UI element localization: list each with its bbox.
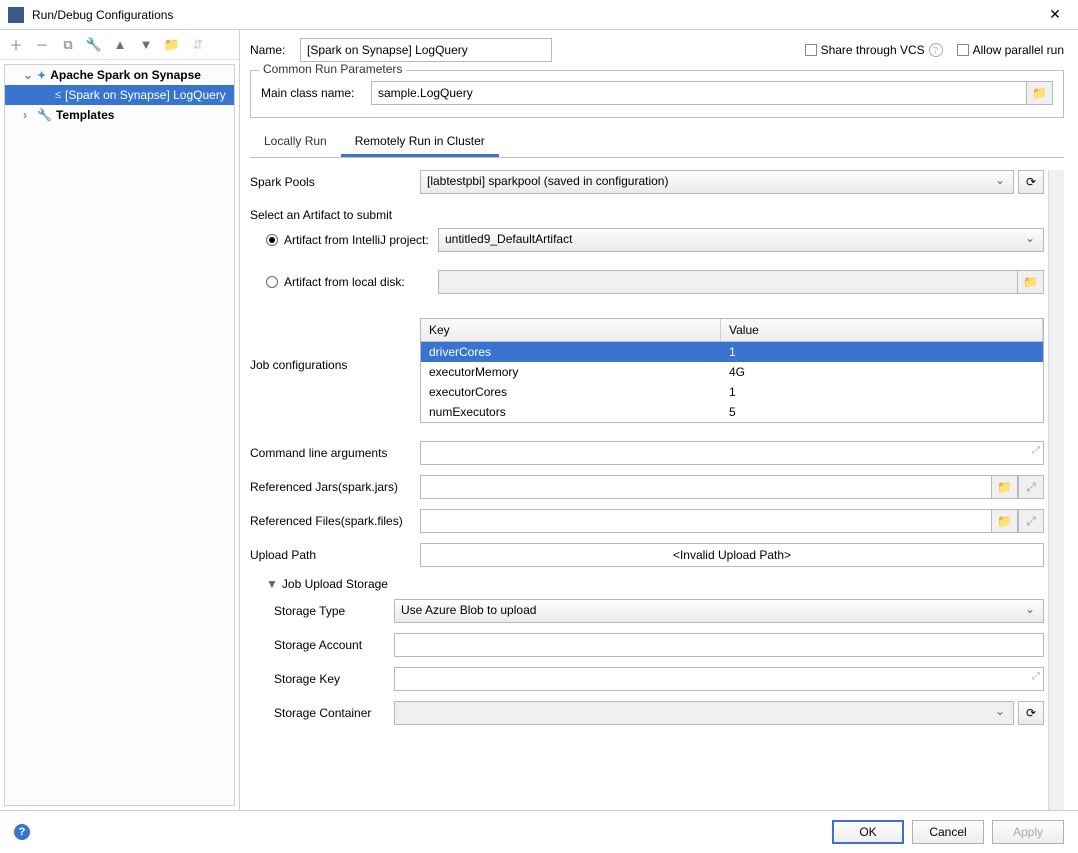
job-config-table[interactable]: Key Value driverCores1 executorMemory4G … (420, 318, 1044, 423)
down-icon[interactable]: ▼ (138, 37, 154, 53)
browse-icon[interactable]: 📁 (992, 509, 1018, 533)
ref-files-label: Referenced Files(spark.files) (250, 514, 420, 528)
spark-icon: ≤ (55, 89, 61, 101)
storage-key-label: Storage Key (274, 672, 394, 686)
storage-key-input[interactable] (394, 667, 1044, 691)
help-icon[interactable]: ? (929, 43, 943, 57)
table-header-value: Value (721, 319, 1043, 341)
content-panel: Name: Share through VCS ? Allow parallel… (240, 30, 1078, 810)
parallel-run-label: Allow parallel run (973, 43, 1064, 57)
chevron-down-icon: ⌄ (23, 68, 33, 82)
copy-icon[interactable]: ⧉ (60, 37, 76, 53)
ref-jars-label: Referenced Jars(spark.jars) (250, 480, 420, 494)
table-row[interactable]: executorMemory4G (421, 362, 1043, 382)
main-class-input[interactable] (371, 81, 1027, 105)
storage-section-toggle[interactable]: ▼ Job Upload Storage (266, 577, 1044, 591)
sidebar-toolbar: ＋ － ⧉ 🔧 ▲ ▼ 📁 ⇵ (0, 30, 239, 60)
browse-icon[interactable]: 📁 (992, 475, 1018, 499)
expand-icon[interactable]: ⤢ (1018, 475, 1044, 499)
apply-button[interactable]: Apply (992, 820, 1064, 844)
remove-icon[interactable]: － (34, 37, 50, 53)
upload-path-label: Upload Path (250, 548, 420, 562)
tree-node-templates[interactable]: › 🔧 Templates (5, 105, 234, 125)
artifact-section-label: Select an Artifact to submit (250, 208, 1044, 222)
cmd-args-label: Command line arguments (250, 446, 420, 460)
tree-label: Templates (56, 108, 114, 122)
storage-section-label: Job Upload Storage (282, 577, 388, 591)
config-tree: ⌄ ✦ Apache Spark on Synapse ≤ [Spark on … (4, 64, 235, 806)
tab-remotely-run[interactable]: Remotely Run in Cluster (341, 128, 499, 157)
checkbox-icon (957, 44, 969, 56)
browse-icon[interactable]: 📁 (1018, 270, 1044, 294)
spark-icon: ✦ (37, 69, 46, 82)
expand-icon[interactable]: ⤢ (1018, 509, 1044, 533)
spark-pools-select[interactable]: [labtestpbi] sparkpool (saved in configu… (420, 170, 1014, 194)
artifact-local-radio[interactable] (266, 276, 278, 288)
share-vcs-label: Share through VCS (821, 43, 925, 57)
upload-path-input[interactable] (420, 543, 1044, 567)
fieldset-legend: Common Run Parameters (259, 62, 406, 76)
artifact-intellij-radio[interactable] (266, 234, 278, 246)
cancel-button[interactable]: Cancel (912, 820, 984, 844)
up-icon[interactable]: ▲ (112, 37, 128, 53)
checkbox-icon (805, 44, 817, 56)
tab-locally-run[interactable]: Locally Run (250, 128, 341, 157)
remote-form: Spark Pools [labtestpbi] sparkpool (save… (250, 170, 1048, 810)
sidebar: ＋ － ⧉ 🔧 ▲ ▼ 📁 ⇵ ⌄ ✦ Apache Spark on Syna… (0, 30, 240, 810)
folder-icon[interactable]: 📁 (164, 37, 180, 53)
window-title: Run/Debug Configurations (32, 8, 1040, 22)
name-label: Name: (250, 43, 300, 57)
expand-icon[interactable]: ⤢ (1032, 445, 1040, 456)
ref-jars-input[interactable] (420, 475, 992, 499)
artifact-local-input (438, 270, 1018, 294)
parallel-run-checkbox[interactable]: Allow parallel run (957, 43, 1064, 57)
title-bar: Run/Debug Configurations ✕ (0, 0, 1078, 30)
help-icon[interactable]: ? (14, 824, 30, 840)
tree-label: Apache Spark on Synapse (50, 68, 201, 82)
wrench-icon[interactable]: 🔧 (86, 37, 102, 53)
collapse-icon[interactable]: ⇵ (190, 37, 206, 53)
storage-type-label: Storage Type (274, 604, 394, 618)
artifact-intellij-label: Artifact from IntelliJ project: (284, 233, 434, 247)
ref-files-input[interactable] (420, 509, 992, 533)
cmd-args-input[interactable] (420, 441, 1044, 465)
chevron-right-icon: › (23, 108, 33, 122)
tree-node-logquery[interactable]: ≤ [Spark on Synapse] LogQuery (5, 85, 234, 105)
table-row[interactable]: driverCores1 (421, 342, 1043, 362)
close-icon[interactable]: ✕ (1040, 6, 1070, 23)
vertical-scrollbar[interactable] (1048, 170, 1064, 810)
table-header-key: Key (421, 319, 721, 341)
main-class-label: Main class name: (261, 86, 371, 100)
dialog-footer: ? OK Cancel Apply (0, 810, 1078, 852)
table-row[interactable]: numExecutors5 (421, 402, 1043, 422)
storage-account-label: Storage Account (274, 638, 394, 652)
tree-label: [Spark on Synapse] LogQuery (65, 88, 226, 102)
wrench-icon: 🔧 (37, 108, 52, 122)
browse-icon[interactable]: 📁 (1027, 81, 1053, 105)
storage-account-input[interactable] (394, 633, 1044, 657)
app-icon (8, 7, 24, 23)
chevron-down-icon: ▼ (266, 577, 278, 591)
share-vcs-checkbox[interactable]: Share through VCS (805, 43, 925, 57)
tree-node-spark-synapse[interactable]: ⌄ ✦ Apache Spark on Synapse (5, 65, 234, 85)
spark-pools-label: Spark Pools (250, 175, 420, 189)
common-run-params: Common Run Parameters Main class name: 📁 (250, 70, 1064, 118)
job-config-label: Job configurations (250, 318, 420, 372)
refresh-icon[interactable]: ⟳ (1018, 701, 1044, 725)
storage-container-label: Storage Container (274, 706, 394, 720)
table-row[interactable]: executorCores1 (421, 382, 1043, 402)
run-tabs: Locally Run Remotely Run in Cluster (250, 128, 1064, 158)
artifact-local-label: Artifact from local disk: (284, 275, 434, 289)
storage-type-select[interactable]: Use Azure Blob to upload (394, 599, 1044, 623)
refresh-icon[interactable]: ⟳ (1018, 170, 1044, 194)
ok-button[interactable]: OK (832, 820, 904, 844)
artifact-intellij-select[interactable]: untitled9_DefaultArtifact (438, 228, 1044, 252)
add-icon[interactable]: ＋ (8, 37, 24, 53)
storage-container-select[interactable] (394, 701, 1014, 725)
expand-icon[interactable]: ⤢ (1032, 671, 1040, 682)
name-input[interactable] (300, 38, 552, 62)
